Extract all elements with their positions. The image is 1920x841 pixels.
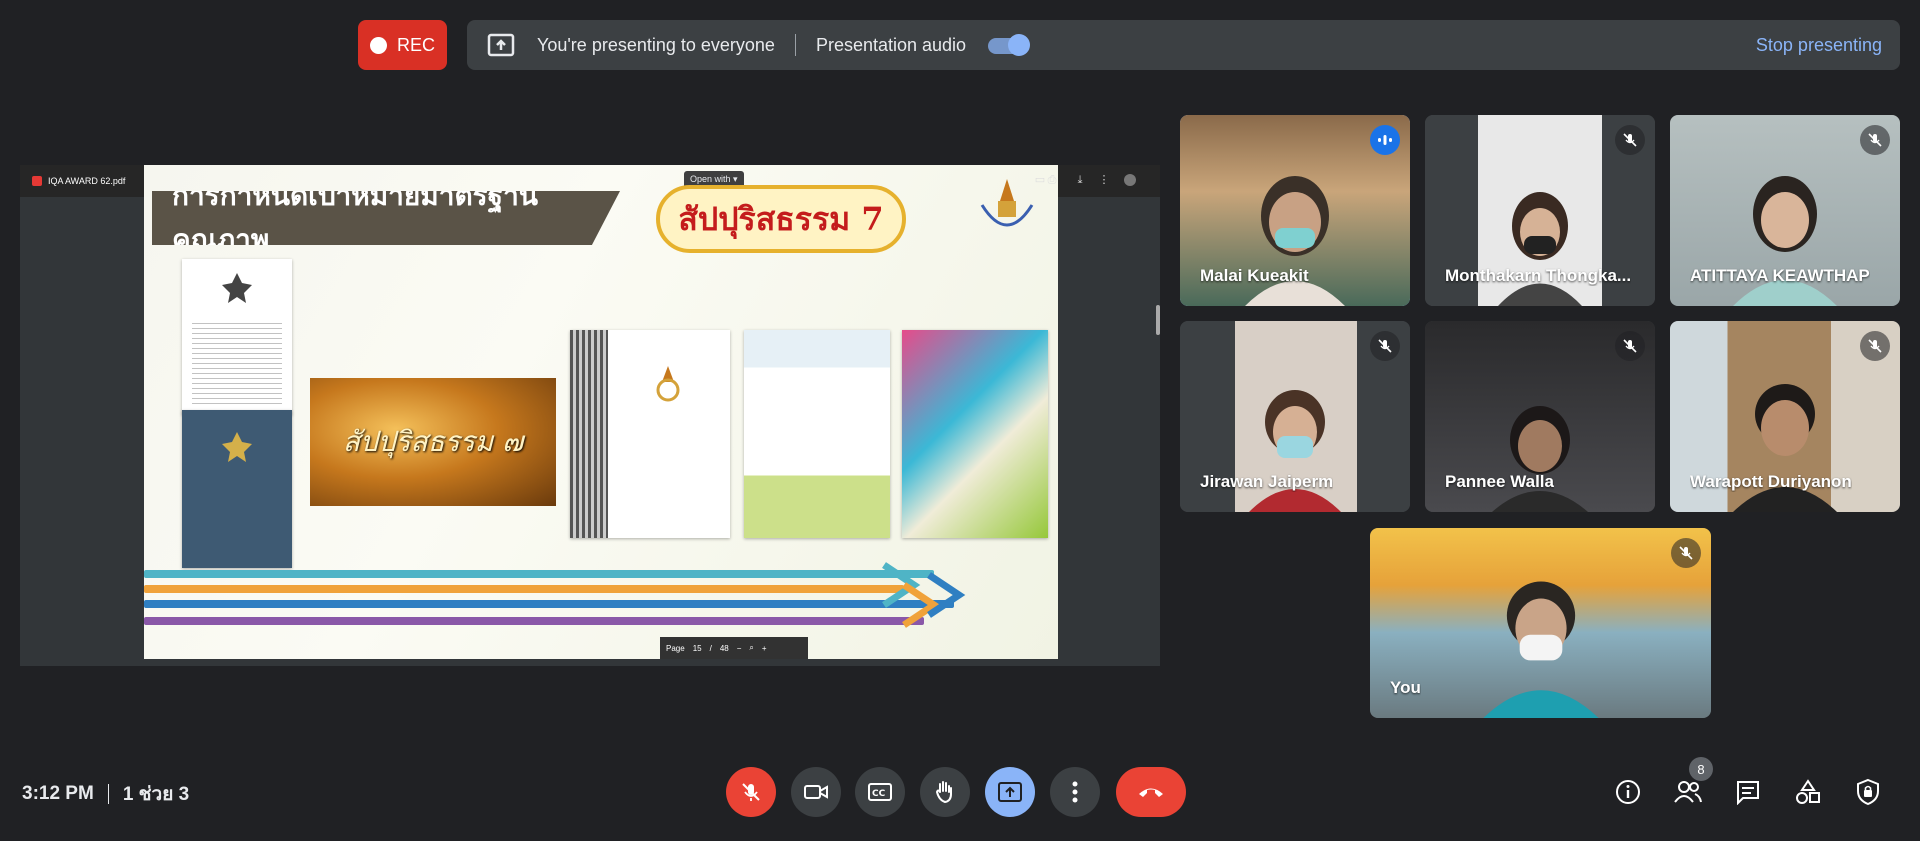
more-options-button[interactable] (1050, 767, 1100, 817)
mic-toggle-button[interactable] (726, 767, 776, 817)
participant-tile[interactable]: Pannee Walla (1425, 321, 1655, 512)
participant-name: Monthakarn Thongka... (1445, 266, 1632, 285)
meeting-details-button[interactable] (1612, 776, 1644, 808)
participant-tile[interactable]: Warapott Duriyanon (1670, 321, 1900, 512)
activities-icon (1796, 779, 1820, 804)
present-icon (998, 782, 1022, 802)
more-icon (1072, 781, 1078, 803)
mic-muted-icon (1370, 331, 1400, 361)
page-label: Page (666, 643, 685, 653)
rec-label: REC (396, 34, 435, 55)
slide-badge-text: สัปปุริสธรรม 7 (678, 199, 884, 238)
record-dot-icon (369, 36, 387, 54)
slide-title-banner: การกำหนดเป้าหมายมาตรฐานคุณภาพ (152, 191, 620, 245)
presentation-audio-label: Presentation audio (815, 34, 967, 55)
leave-call-button[interactable] (1116, 767, 1186, 817)
svg-text:CC: CC (872, 789, 886, 799)
participant-name: Malai Kueakit (1200, 266, 1309, 285)
divider (794, 34, 796, 56)
print-icon[interactable]: ⎙ (1046, 174, 1058, 186)
download-icon[interactable]: ⤓ (1074, 174, 1086, 186)
meeting-name: 1 ช่วย 3 (122, 784, 190, 805)
participant-tile[interactable]: ATITTAYA KEAWTHAP (1670, 115, 1900, 306)
garuda-emblem-icon (222, 273, 252, 303)
mic-muted-icon (1615, 125, 1645, 155)
host-controls-icon (1857, 778, 1879, 806)
camera-toggle-button[interactable] (791, 767, 841, 817)
zoom-out-icon[interactable]: − (737, 644, 742, 653)
poster-text: สัปปุริสธรรม ๗ (342, 425, 524, 458)
divider (107, 784, 109, 804)
mic-off-icon (742, 783, 760, 801)
presentation-slide: Open with ▾ การกำหนดเป้าหมายมาตรฐานคุณภา… (144, 165, 1058, 659)
speaking-indicator-icon (1370, 125, 1400, 155)
zoom-in-icon[interactable]: + (762, 644, 767, 653)
page-navigation: Page 15 / 48 − ⌕ + (660, 637, 808, 659)
decorative-band (144, 600, 954, 608)
present-screen-icon (487, 33, 515, 57)
presenting-bar: You're presenting to everyone Presentati… (467, 20, 1900, 70)
page-current[interactable]: 15 (693, 644, 702, 653)
captions-button[interactable]: CC (855, 767, 905, 817)
page-total: 48 (719, 643, 729, 653)
camera-icon (804, 785, 828, 799)
chat-icon (1737, 781, 1759, 805)
activities-button[interactable] (1792, 776, 1824, 808)
participant-name: Jirawan Jaiperm (1200, 472, 1334, 491)
decorative-band (144, 585, 904, 593)
captions-icon: CC (868, 783, 892, 801)
slide-title: การกำหนดเป้าหมายมาตรฐานคุณภาพ (172, 179, 538, 256)
avatar[interactable] (1124, 174, 1136, 186)
participant-name: Pannee Walla (1445, 472, 1554, 491)
book-cover (902, 330, 1048, 538)
decorative-band (144, 617, 924, 625)
leave-call-icon (1139, 788, 1163, 797)
stop-presenting-button[interactable]: Stop presenting (1756, 35, 1882, 56)
scrollbar[interactable] (1156, 305, 1160, 335)
more-icon[interactable]: ⋮ (1098, 174, 1110, 186)
participant-tile[interactable]: Monthakarn Thongka... (1425, 115, 1655, 306)
shared-screen: IQA AWARD 62.pdf Open with ▾ การกำหนดเป้… (20, 165, 1160, 666)
emblem-icon (222, 432, 252, 462)
chevron-arrows-icon (882, 562, 966, 628)
presentation-audio-toggle[interactable] (986, 34, 1031, 56)
raise-hand-button[interactable] (920, 767, 970, 817)
self-view-tile[interactable]: You (1370, 528, 1711, 718)
slide-badge: สัปปุริสธรรม 7 (656, 185, 906, 253)
participant-name: You (1390, 678, 1421, 697)
slide-poster-image: สัปปุริสธรรม ๗ (310, 378, 556, 506)
presenting-status: You're presenting to everyone (537, 34, 775, 55)
zoom-icon[interactable]: ⌕ (749, 643, 753, 653)
page-separator: / (709, 643, 712, 653)
pdf-file-name: IQA AWARD 62.pdf (48, 176, 126, 186)
participant-name: Warapott Duriyanon (1690, 472, 1852, 491)
rec-indicator[interactable]: REC (358, 20, 447, 70)
document-thumbnail (182, 259, 292, 415)
mic-muted-icon (1671, 538, 1701, 568)
current-time: 3:12 PM (22, 783, 94, 804)
present-now-button[interactable] (985, 767, 1035, 817)
participant-tile[interactable]: Jirawan Jaiperm (1180, 321, 1410, 512)
pdf-file-icon (32, 176, 42, 186)
meeting-info: 3:12 PM 1 ช่วย 3 (22, 779, 189, 809)
book-cover (570, 330, 730, 538)
people-icon (1674, 781, 1702, 803)
mic-muted-icon (1615, 331, 1645, 361)
host-controls-button[interactable] (1852, 776, 1884, 808)
comment-icon[interactable]: ▭ (1034, 174, 1046, 186)
school-logo-icon (980, 179, 1034, 227)
book-cover (744, 330, 890, 538)
decorative-band (144, 570, 934, 578)
chat-button[interactable] (1732, 776, 1764, 808)
raise-hand-icon (935, 781, 952, 804)
people-count-badge: 8 (1689, 757, 1713, 781)
document-cover (182, 410, 292, 568)
participant-name: ATITTAYA KEAWTHAP (1690, 266, 1870, 285)
mic-muted-icon (1860, 331, 1890, 361)
participant-video (1482, 581, 1599, 718)
school-emblem-icon (656, 366, 680, 402)
mic-muted-icon (1860, 125, 1890, 155)
info-icon (1616, 780, 1640, 804)
participant-tile[interactable]: Malai Kueakit (1180, 115, 1410, 306)
